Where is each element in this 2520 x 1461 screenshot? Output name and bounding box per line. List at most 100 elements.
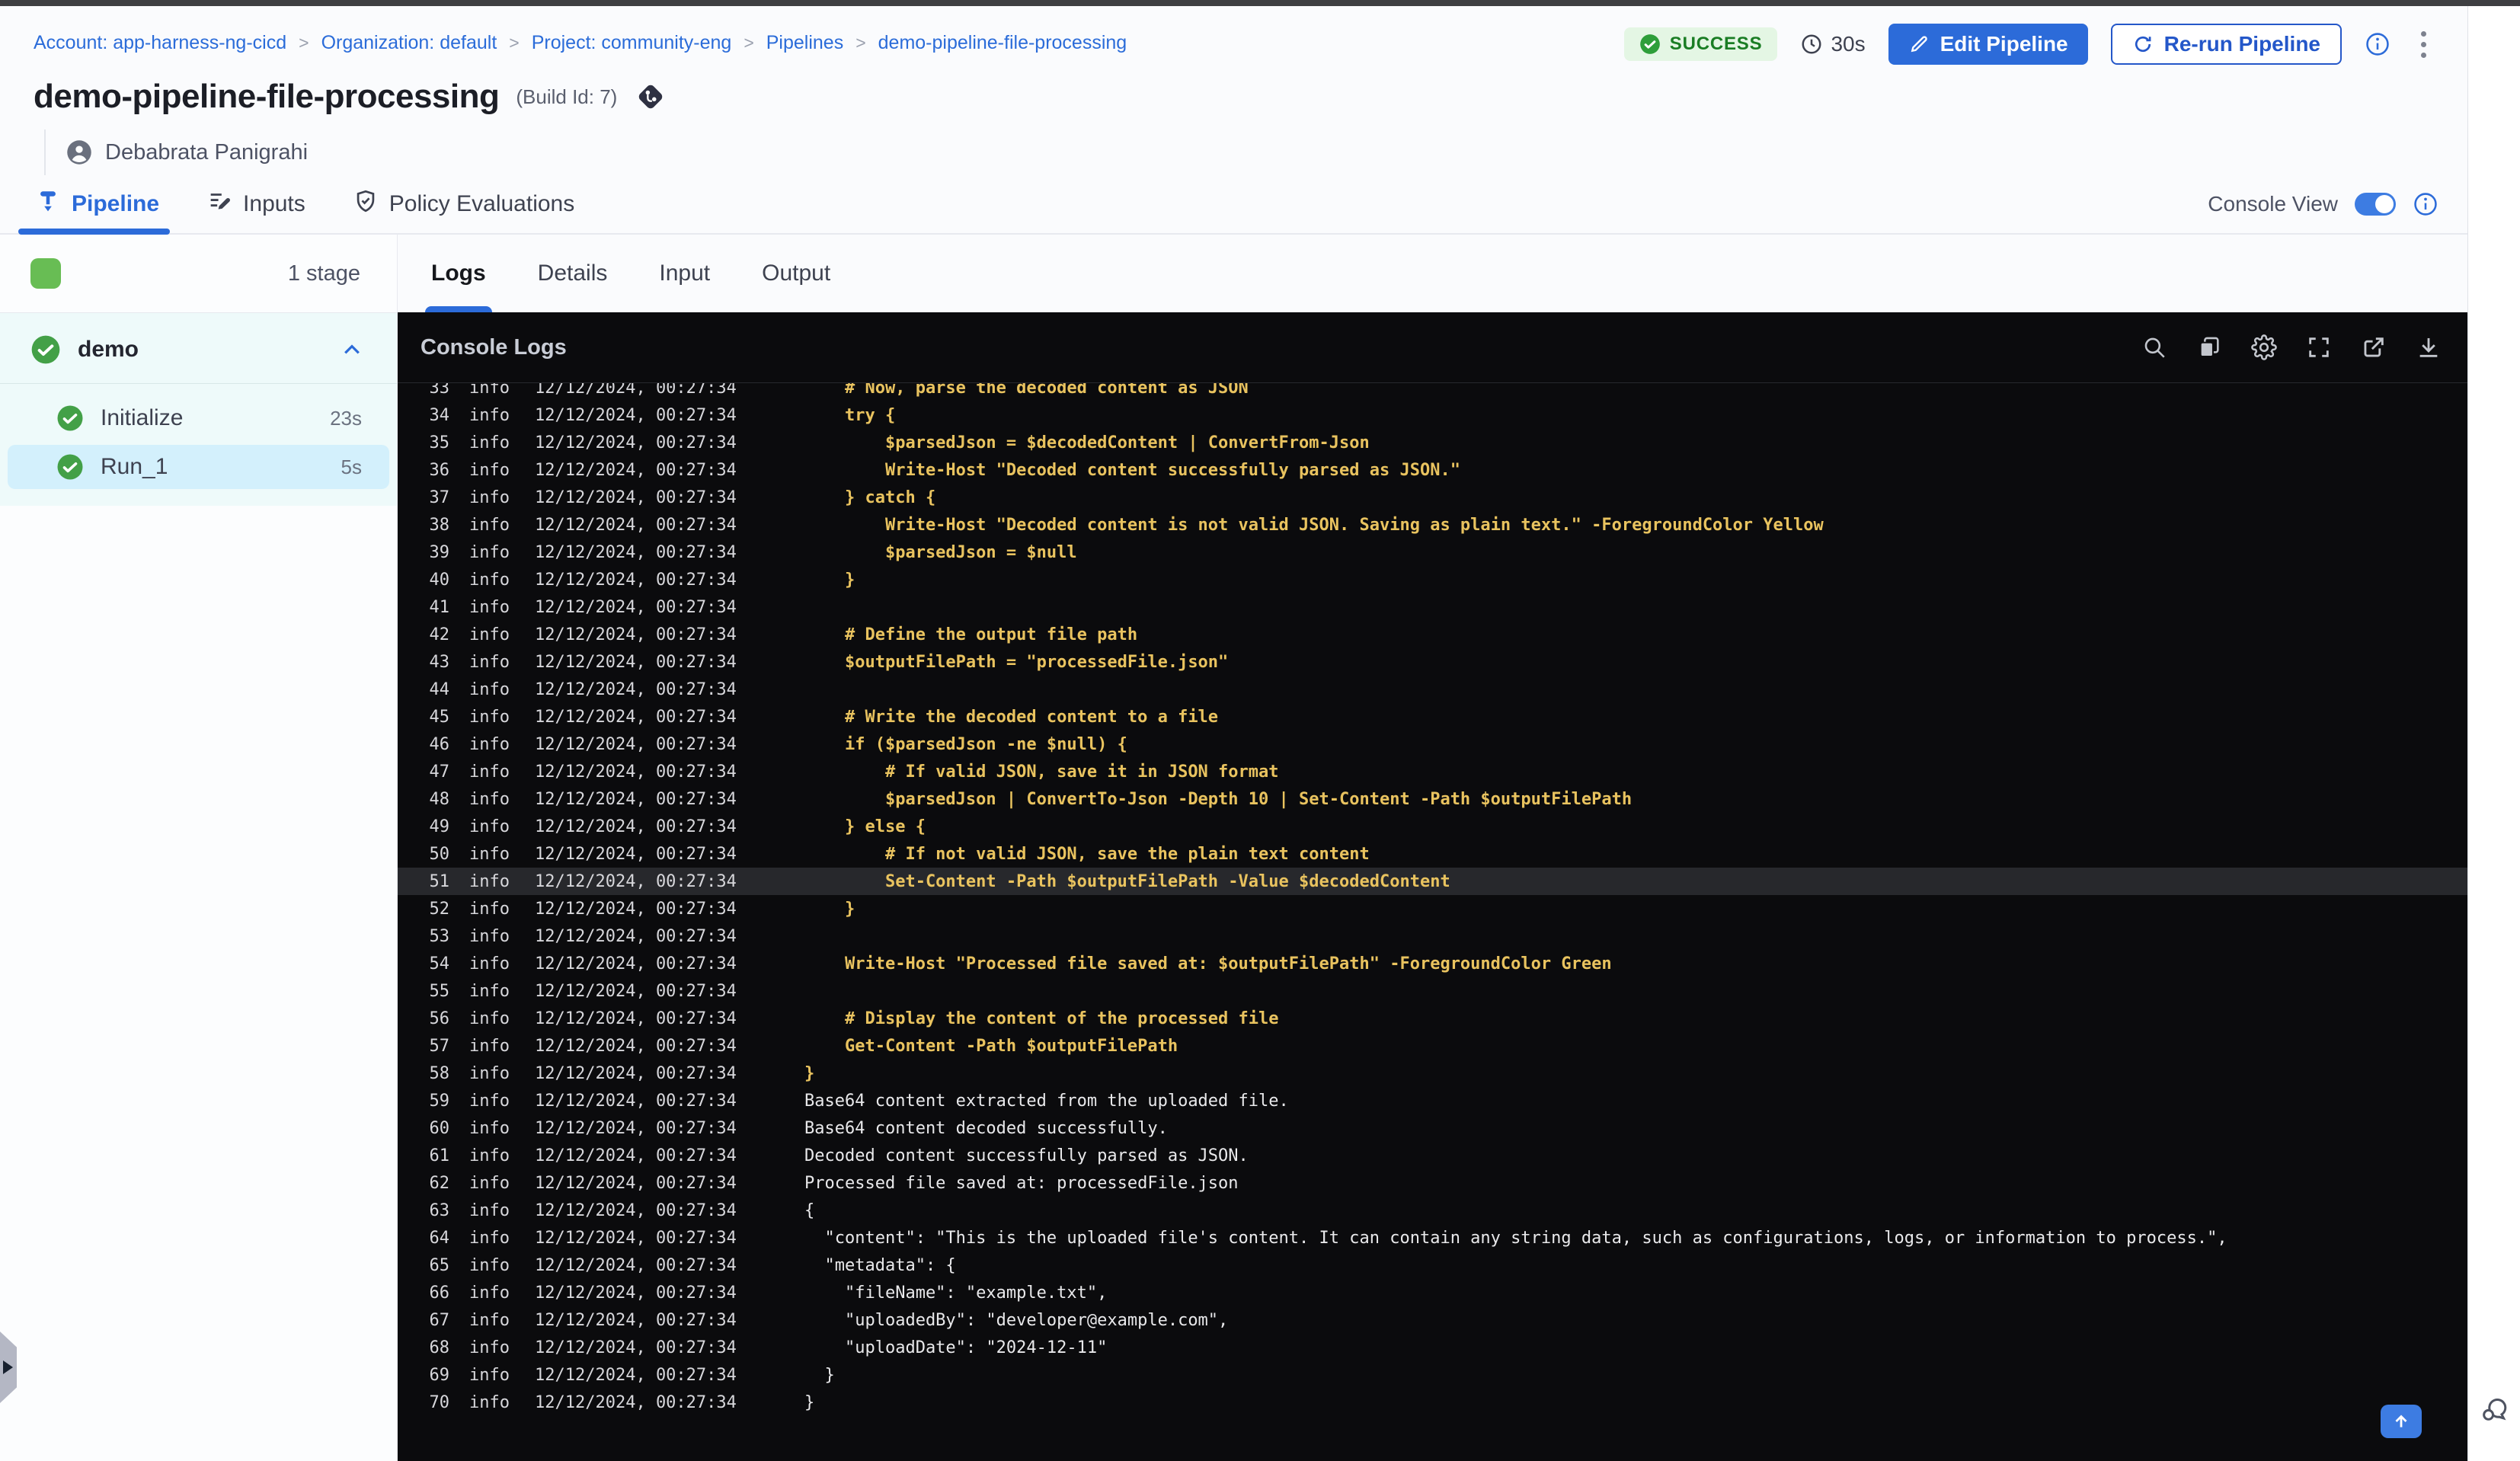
scroll-to-top-button[interactable] [2381,1405,2422,1438]
log-level: info [469,405,510,425]
tab-inputs[interactable]: Inputs [205,175,307,233]
stage-sidebar: 1 stage demo Initialize 23s Run_1 5s [0,235,398,1461]
log-row: 51 info 12/12/2024, 00:27:34 Set-Content -… [398,868,2467,895]
log-line-number: 52 [429,899,450,919]
search-icon[interactable] [2141,334,2167,360]
step-success-icon [56,404,84,432]
settings-icon[interactable] [2251,334,2277,360]
log-timestamp: 12/12/2024, 00:27:34 [535,981,737,1001]
log-message: "fileName": "example.txt", [804,1283,1108,1303]
log-timestamp: 12/12/2024, 00:27:34 [535,515,737,535]
tab-policy-evaluations[interactable]: Policy Evaluations [351,175,576,233]
console-tab-details[interactable]: Details [538,235,608,312]
log-level: info [469,899,510,919]
console-panel: Console Logs 33 info 12/12/2024, 00:27:34 … [398,312,2467,1461]
log-level: info [469,954,510,973]
log-level: info [469,817,510,836]
breadcrumb-link[interactable]: Organization: default [321,32,497,54]
log-level: info [469,734,510,754]
log-timestamp: 12/12/2024, 00:27:34 [535,1009,737,1028]
log-message: $parsedJson = $null [804,542,1077,562]
duration-value: 30s [1831,32,1866,56]
edit-pipeline-button[interactable]: Edit Pipeline [1888,24,2088,65]
copy-icon[interactable] [2196,334,2222,360]
log-message: "uploadedBy": "developer@example.com", [804,1310,1229,1330]
chevron-up-icon[interactable] [341,338,363,361]
log-line-number: 40 [429,570,450,590]
log-timestamp: 12/12/2024, 00:27:34 [535,1091,737,1111]
log-level: info [469,515,510,535]
breadcrumb-link[interactable]: Pipelines [766,32,843,54]
step-row-initialize[interactable]: Initialize 23s [8,396,389,440]
tab-label: Pipeline [72,191,160,216]
console-tab-input[interactable]: Input [659,235,710,312]
console-view-label: Console View [2208,192,2338,216]
log-timestamp: 12/12/2024, 00:27:34 [535,597,737,617]
git-commit-icon[interactable] [634,80,667,113]
log-timestamp: 12/12/2024, 00:27:34 [535,899,737,919]
open-in-new-icon[interactable] [2361,334,2387,360]
log-level: info [469,1365,510,1385]
log-level: info [469,1063,510,1083]
console-title: Console Logs [421,334,567,360]
breadcrumb-link[interactable]: Project: community-eng [532,32,732,54]
log-timestamp: 12/12/2024, 00:27:34 [535,1118,737,1138]
rerun-info-icon[interactable] [2365,31,2390,57]
breadcrumb-separator: > [299,32,309,53]
log-level: info [469,383,510,398]
log-message: # Write the decoded content to a file [804,707,1219,727]
log-row: 48 info 12/12/2024, 00:27:34 $parsedJson |… [398,785,2467,813]
log-level: info [469,1283,510,1303]
step-name: Initialize [101,405,184,430]
console-view-toggle[interactable] [2355,193,2396,216]
breadcrumb-link[interactable]: Account: app-harness-ng-cicd [34,32,286,54]
support-chat-icon[interactable] [2479,1393,2511,1429]
log-message: } [804,1063,815,1083]
fullscreen-icon[interactable] [2306,334,2332,360]
log-timestamp: 12/12/2024, 00:27:34 [535,954,737,973]
log-line-number: 62 [429,1173,450,1193]
log-row: 58 info 12/12/2024, 00:27:34} [398,1060,2467,1087]
log-timestamp: 12/12/2024, 00:27:34 [535,817,737,836]
console-view-info-icon[interactable] [2413,191,2438,217]
log-timestamp: 12/12/2024, 00:27:34 [535,1392,737,1412]
console-tab-output[interactable]: Output [762,235,830,312]
log-row: 45 info 12/12/2024, 00:27:34 # Write the d… [398,703,2467,730]
log-line-number: 69 [429,1365,450,1385]
log-timestamp: 12/12/2024, 00:27:34 [535,1338,737,1357]
log-row: 65 info 12/12/2024, 00:27:34 "metadata": { [398,1252,2467,1279]
execution-panel: Logs Details Input Output Console Logs 33 in… [398,235,2467,1461]
duration: 30s [1800,32,1866,56]
log-row: 68 info 12/12/2024, 00:27:34 "uploadDate":… [398,1334,2467,1361]
more-options-icon[interactable] [2413,27,2434,62]
log-row: 44 info 12/12/2024, 00:27:34 [398,676,2467,703]
step-success-icon [56,453,84,481]
log-line-number: 54 [429,954,450,973]
log-line-number: 48 [429,789,450,809]
log-row: 52 info 12/12/2024, 00:27:34 } [398,895,2467,922]
log-message: # Now, parse the decoded content as JSON [804,383,1249,398]
log-line-number: 39 [429,542,450,562]
tab-pipeline[interactable]: Pipeline [18,175,171,235]
log-message: { [804,1200,815,1220]
pencil-icon [1911,36,1927,53]
log-line-number: 60 [429,1118,450,1138]
step-row-run_1[interactable]: Run_1 5s [8,445,389,489]
step-list: Initialize 23s Run_1 5s [0,384,397,489]
console-tab-logs[interactable]: Logs [425,235,492,312]
stage-group-header[interactable]: demo [0,313,397,383]
log-level: info [469,1392,510,1412]
rerun-pipeline-button[interactable]: Re-run Pipeline [2110,24,2342,65]
build-id: (Build Id: 7) [516,85,618,108]
tab-label: Inputs [243,191,305,216]
stage-status-square [30,258,61,289]
log-line-number: 34 [429,405,450,425]
breadcrumb-separator: > [509,32,520,53]
download-icon[interactable] [2416,334,2442,360]
log-line-number: 50 [429,844,450,864]
log-row: 64 info 12/12/2024, 00:27:34 "content": "T… [398,1224,2467,1252]
log-row: 67 info 12/12/2024, 00:27:34 "uploadedBy":… [398,1306,2467,1334]
log-line-number: 49 [429,817,450,836]
breadcrumb-link[interactable]: demo-pipeline-file-processing [878,32,1127,54]
log-timestamp: 12/12/2024, 00:27:34 [535,1228,737,1248]
